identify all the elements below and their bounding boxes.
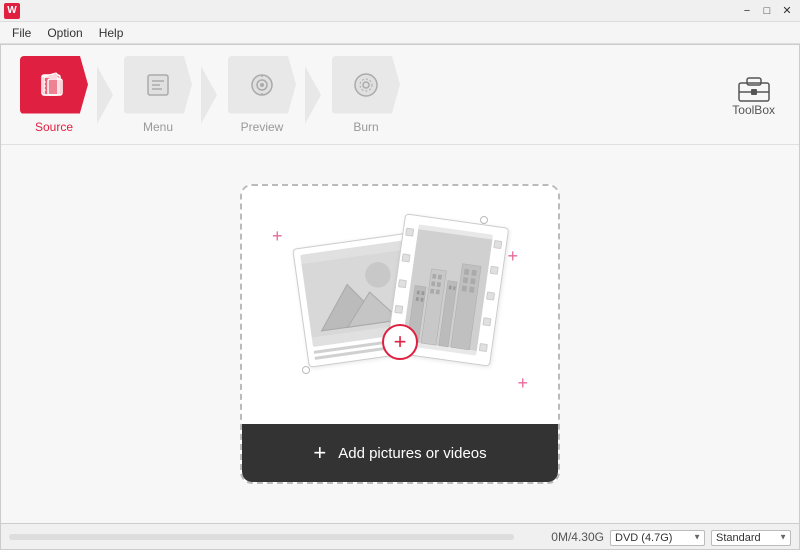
- dvd-type-select[interactable]: DVD (4.7G) DVD DL (8.5G) BD (25G): [610, 530, 705, 546]
- step-menu-label: Menu: [143, 120, 173, 134]
- step-burn[interactable]: Burn: [321, 56, 411, 134]
- step-preview-icon-box: [228, 56, 296, 114]
- app-icon: W: [4, 3, 20, 19]
- status-bar: 0M/4.30G DVD (4.7G) DVD DL (8.5G) BD (25…: [1, 523, 799, 549]
- step-burn-icon-box: [332, 56, 400, 114]
- maximize-button[interactable]: □: [758, 2, 776, 20]
- status-size: 0M/4.30G: [524, 530, 604, 544]
- toolbox-icon: [737, 73, 771, 103]
- minimize-button[interactable]: −: [738, 2, 756, 20]
- window-controls: − □ ✕: [738, 2, 796, 20]
- quality-select[interactable]: Standard High Quality Custom: [711, 530, 791, 546]
- step-menu-icon-box: [124, 56, 192, 114]
- menu-bar: File Option Help: [0, 22, 800, 44]
- deco-plus-tr: +: [507, 246, 518, 267]
- status-right: 0M/4.30G DVD (4.7G) DVD DL (8.5G) BD (25…: [524, 528, 791, 546]
- close-button[interactable]: ✕: [778, 2, 796, 20]
- source-icon: [38, 69, 70, 101]
- toolbox-button[interactable]: ToolBox: [716, 65, 791, 125]
- add-button[interactable]: + Add pictures or videos: [242, 424, 558, 482]
- step-source-label: Source: [35, 120, 73, 134]
- step-source-icon-box: [20, 56, 88, 114]
- step-source[interactable]: Source: [9, 56, 99, 134]
- step-arrow-1: [97, 66, 113, 124]
- burn-icon: [350, 69, 382, 101]
- step-preview[interactable]: Preview: [217, 56, 307, 134]
- toolbox-label: ToolBox: [732, 103, 775, 117]
- add-button-plus: +: [313, 440, 326, 466]
- progress-bar: [9, 534, 514, 540]
- preview-icon: [246, 69, 278, 101]
- title-bar: W − □ ✕: [0, 0, 800, 22]
- step-arrow-3: [305, 66, 321, 124]
- step-preview-label: Preview: [241, 120, 284, 134]
- menu-file[interactable]: File: [4, 24, 39, 42]
- add-button-text: Add pictures or videos: [338, 445, 486, 462]
- deco-plus-tl: +: [272, 226, 283, 247]
- step-arrow-2: [201, 66, 217, 124]
- quality-select-wrapper: Standard High Quality Custom: [711, 528, 791, 546]
- toolbar: Source Menu: [1, 45, 799, 145]
- drop-zone[interactable]: + + +: [240, 184, 560, 484]
- app-window: Source Menu: [0, 44, 800, 550]
- drop-zone-visual: + + +: [242, 186, 558, 424]
- deco-plus-bl: +: [517, 373, 528, 394]
- menu-option[interactable]: Option: [39, 24, 90, 42]
- dvd-select-wrapper: DVD (4.7G) DVD DL (8.5G) BD (25G): [610, 528, 705, 546]
- illustration: +: [300, 220, 500, 390]
- menu-help[interactable]: Help: [91, 24, 132, 42]
- step-menu[interactable]: Menu: [113, 56, 203, 134]
- content-area: + + +: [1, 145, 799, 523]
- plus-circle-overlay: +: [382, 324, 418, 360]
- step-burn-label: Burn: [353, 120, 378, 134]
- step-list: Source Menu: [9, 56, 716, 134]
- menu-icon: [142, 69, 174, 101]
